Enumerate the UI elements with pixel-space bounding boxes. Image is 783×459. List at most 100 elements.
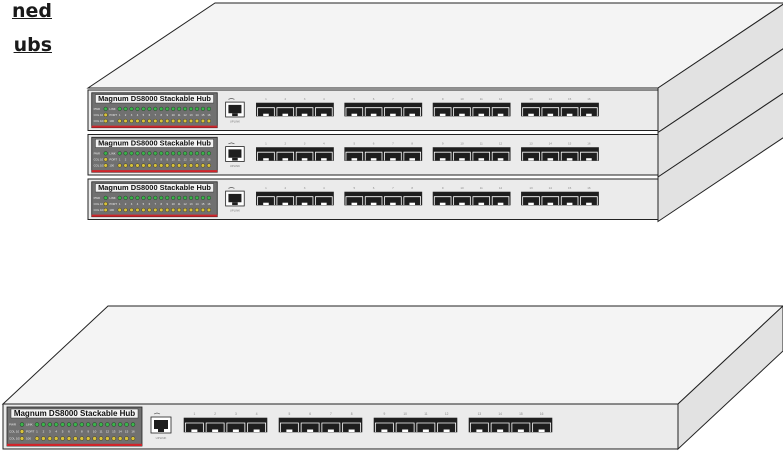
stacked-hub-3-port-led-2-8 <box>165 207 170 213</box>
single-hub-port-number-9: 10 <box>403 412 407 416</box>
stacked-hub-3-port-led-2-5 <box>147 207 152 213</box>
single-hub-port-led-2-3 <box>54 436 59 441</box>
stacked-hub-2-status-led-2 <box>103 163 108 168</box>
stacked-hub-2-led-row-label-2: 100 <box>109 164 114 168</box>
stacked-hub-3-port-led-0-9 <box>171 195 176 200</box>
stacked-hub-1-port-led-0-15 <box>206 106 211 111</box>
stacked-hub-1-model-label: Magnum DS8000 Stackable Hub <box>98 94 211 103</box>
stacked-hub-1-port-led-2-11 <box>183 118 188 124</box>
stacked-hub-2-port-number-9: 10 <box>460 142 464 146</box>
stacked-hub-2-led-label-1: COL 10 <box>94 158 104 162</box>
stacked-hub-2-port-num-14: 15 <box>201 158 205 162</box>
single-hub-port-led-2-1 <box>41 436 46 441</box>
stacked-hub-3-port-led-2-4 <box>141 207 146 213</box>
stacked-hub-3-port-num-10: 11 <box>178 202 181 206</box>
stacked-hub-1-uplink-tab <box>232 113 238 117</box>
stacked-hub-2-rj45-tab-1 <box>282 158 289 161</box>
stacked-hub-2-port-led-0-6 <box>153 151 158 156</box>
stacked-hub-3-port-led-2-14 <box>200 207 206 213</box>
single-hub-red-strip <box>7 443 142 446</box>
stacked-hub-3-rj45-tab-15 <box>586 202 592 206</box>
stacked-hub-1-port-led-2-7 <box>159 118 164 124</box>
stacked-hub-2-port-number-11: 12 <box>499 142 503 146</box>
stacked-hub-1-port-number-13: 14 <box>549 97 553 101</box>
single-hub-port-led-0-7 <box>79 422 85 427</box>
single-hub-uplink-label: UPLINK <box>156 436 167 440</box>
single-hub-port-number-14: 15 <box>519 412 523 416</box>
single-hub-port-number-1: 2 <box>214 412 216 416</box>
stacked-hub-1-port-led-0-4 <box>141 106 146 111</box>
stacked-hub-2-port-led-2-0 <box>117 163 122 168</box>
stacked-hub-2-port-led-2-11 <box>183 163 188 168</box>
stacked-hub-1-red-strip <box>91 125 218 128</box>
stacked-hub-3-port-led-0-15 <box>206 195 211 200</box>
stacked-hub-3-led-row-label-1: PORT <box>109 202 117 206</box>
stacked-hub-3-led-label-1: COL 10 <box>94 202 104 206</box>
stacked-hub-2-rj45-tab-8 <box>439 158 446 161</box>
stacked-hub-2-rj45-tab-15 <box>586 158 592 161</box>
stacked-hub-1-port-led-0-13 <box>194 106 200 111</box>
stacked-hub-1-status-led-2 <box>103 118 108 124</box>
stacked-hub-3-led-label-2: COL 100 <box>94 208 105 212</box>
stacked-hub-3-rj45-tab-6 <box>390 202 396 206</box>
stacked-hub-1-port-led-0-6 <box>153 106 158 111</box>
stacked-hub-1-port-num-12: 13 <box>189 113 193 117</box>
stacked-hub-3-rj45-tab-13 <box>547 202 554 206</box>
stacked-hub-2-led-row-label-0: LINK <box>109 151 115 155</box>
stacked-hub-1-port-led-0-10 <box>177 106 182 111</box>
stacked-hub-1-rj45-tab-2 <box>301 113 308 117</box>
stacked-hub-3-port-num-15: 16 <box>207 202 211 206</box>
single-hub-port-led-2-15 <box>130 436 136 441</box>
stacked-hub-3-port-number-13: 14 <box>549 186 553 190</box>
hub-stack: Magnum DS8000 Stackable Hub PWR LINK COL 10… <box>86 2 783 223</box>
stacked-hub-1-port-led-0-3 <box>135 106 140 111</box>
stacked-hub-1-led-label-2: COL 100 <box>94 119 105 123</box>
stacked-hub-2-rj45-tab-4 <box>351 158 358 161</box>
stacked-hub-1-rj45-tab-4 <box>351 113 358 117</box>
stacked-hub-1-port-number-12: 13 <box>529 97 533 101</box>
stackable-hub-diagram: ned ubs Magnum DS8000 Stackable Hub PWR LI… <box>0 0 783 459</box>
stacked-hub-2-port-number-15: 16 <box>587 142 591 146</box>
stacked-hub-2-port-led-2-6 <box>153 163 158 168</box>
single-hub-port-led-0-1 <box>41 422 46 427</box>
single-hub-port-led-0-4 <box>60 422 65 427</box>
stacked-hub-3-rj45-tab-3 <box>321 202 327 206</box>
single-hub-port-number-3: 4 <box>256 412 258 416</box>
single-hub-status-led-2 <box>19 436 25 441</box>
stacked-hub-1-port-led-2-13 <box>194 118 200 124</box>
stacked-hub-2-port-num-15: 16 <box>207 158 211 162</box>
stacked-hub-2-port-led-0-11 <box>183 151 188 156</box>
stacked-hub-1-port-number-9: 10 <box>460 97 464 101</box>
stacked-hub-3-port-led-0-0 <box>117 195 122 200</box>
stacked-hub-2-port-led-0-4 <box>141 151 146 156</box>
stacked-hub-3-port-led-2-3 <box>135 207 140 213</box>
stacked-hub-1-port-led-0-11 <box>183 106 188 111</box>
stacked-hub-3-port-number-10: 11 <box>480 186 483 190</box>
stacked-hub-2-port-led-0-8 <box>165 151 170 156</box>
stacked-hub-3-port-led-0-12 <box>188 195 194 200</box>
stacked-hub-3-port-led-2-13 <box>194 207 200 213</box>
stacked-hub-1-rj45-tab-6 <box>390 113 396 117</box>
stacked-hub-1-port-num-9: 10 <box>172 113 176 117</box>
single-hub-rj45-tab-6 <box>327 429 334 432</box>
stacked-hub-2-port-led-0-3 <box>135 151 140 156</box>
stacked-hub-1-port-num-10: 11 <box>178 113 181 117</box>
single-hub-port-led-2-8 <box>85 436 91 441</box>
stacked-hub-2-port-led-2-13 <box>194 163 200 168</box>
single-hub-rj45-tab-13 <box>497 429 504 432</box>
stacked-hub-3-status-led-0 <box>103 195 108 200</box>
stacked-hub-1-port-number-11: 12 <box>499 97 503 101</box>
single-hub-port-led-2-14 <box>124 436 129 441</box>
stacked-hub-1-port-led-2-3 <box>135 118 140 124</box>
single-hub-port-number-7: 8 <box>351 412 353 416</box>
stacked-hub-1-port-num-15: 16 <box>207 113 211 117</box>
stacked-hub-1-rj45-tab-13 <box>547 113 554 117</box>
stacked-hub-3-model-label: Magnum DS8000 Stackable Hub <box>98 183 211 192</box>
single-hub-port-number-2: 3 <box>235 412 237 416</box>
stacked-hub-1-rj45-tab-15 <box>586 113 592 117</box>
stacked-hub-2-port-num-10: 11 <box>178 158 181 162</box>
single-hub-port-num-11: 12 <box>106 430 110 434</box>
stacked-hub-1-led-row-label-2: 100 <box>109 119 114 123</box>
stacked-hub-3-port-led-0-1 <box>123 195 128 200</box>
single-hub-port-led-2-0 <box>34 436 40 441</box>
